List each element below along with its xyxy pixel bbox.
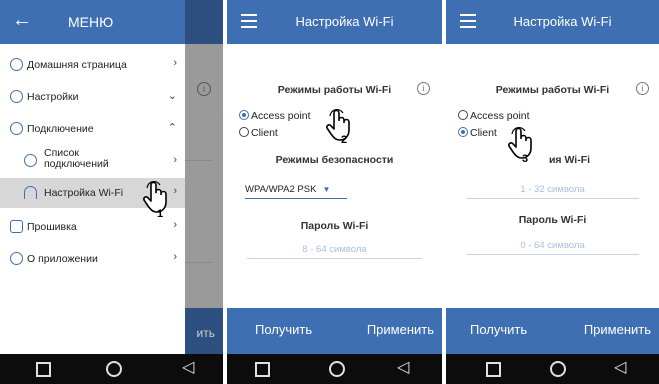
radio-access-point[interactable]: Access point: [458, 110, 530, 122]
app-bar: Настройка Wi-Fi: [227, 0, 442, 44]
back-triangle-icon[interactable]: ◁: [614, 359, 632, 377]
wifi-icon: [24, 186, 37, 199]
password-input[interactable]: 0 - 64 символа: [466, 240, 639, 255]
dimmed-divider: [183, 160, 213, 161]
select-value: WPA/WPA2 PSK: [245, 184, 317, 195]
info-icon[interactable]: i: [417, 82, 430, 95]
info-icon: [10, 252, 23, 265]
ssid-input[interactable]: 1 - 32 символа: [466, 184, 639, 199]
settings-icon: [10, 90, 23, 103]
home-nav-icon[interactable]: [329, 361, 345, 377]
modes-title: Режимы работы Wi-Fi: [277, 84, 392, 96]
action-bar: Получить Применить: [446, 308, 659, 354]
radio-selected-icon: [458, 127, 468, 137]
home-icon: [10, 58, 23, 71]
chevron-right-icon: ›: [173, 219, 177, 231]
radio-client[interactable]: Client: [458, 127, 497, 139]
menu-item-label: Список подключений: [44, 147, 109, 170]
connection-icon: [10, 122, 23, 135]
navigation-drawer: ← МЕНЮ Домашняя страница › Настройки ⌄ П…: [0, 0, 185, 354]
dimmed-info-icon: i: [197, 82, 211, 96]
radio-label: Access point: [470, 110, 530, 122]
panel-menu: i ить ← МЕНЮ Домашняя страница › Настрой…: [0, 0, 223, 384]
dimmed-divider: [183, 262, 213, 263]
drawer-header: ← МЕНЮ: [0, 0, 185, 44]
menu-item-label: Домашняя страница: [27, 59, 127, 71]
chevron-right-icon: ›: [173, 185, 177, 197]
info-icon[interactable]: i: [636, 82, 649, 95]
password-input[interactable]: 8 - 64 символа: [247, 244, 422, 259]
menu-item-settings[interactable]: Настройки ⌄: [0, 82, 185, 112]
chevron-right-icon: ›: [173, 154, 177, 166]
home-nav-icon[interactable]: [550, 361, 566, 377]
password-title: Пароль Wi-Fi: [518, 214, 587, 226]
firmware-icon: [10, 220, 23, 233]
home-nav-icon[interactable]: [106, 361, 122, 377]
menu-item-about[interactable]: О приложении ›: [0, 244, 185, 274]
get-button[interactable]: Получить: [470, 322, 527, 337]
menu-item-connection-list[interactable]: Список подключений ›: [0, 144, 185, 178]
radio-unselected-icon: [239, 127, 249, 137]
action-bar: Получить Применить: [227, 308, 442, 354]
chevron-up-icon: ⌃: [167, 122, 177, 134]
back-arrow-icon[interactable]: ←: [12, 10, 32, 30]
radio-label: Client: [251, 127, 278, 139]
get-button[interactable]: Получить: [255, 322, 312, 337]
radio-label: Client: [470, 127, 497, 139]
security-title: Режимы безопасности: [275, 154, 394, 166]
back-triangle-icon[interactable]: ◁: [182, 359, 200, 377]
radio-unselected-icon: [458, 110, 468, 120]
menu-item-connection[interactable]: Подключение ⌃: [0, 114, 185, 144]
app-bar: Настройка Wi-Fi: [446, 0, 659, 44]
menu-item-label: Прошивка: [27, 221, 77, 233]
back-triangle-icon[interactable]: ◁: [397, 359, 415, 377]
menu-item-label: Настройки: [27, 91, 79, 103]
android-nav-bar: ◁: [0, 354, 223, 384]
step-number: 3: [522, 153, 529, 165]
recents-icon[interactable]: [36, 362, 51, 377]
chevron-down-icon: ⌄: [167, 90, 177, 102]
android-nav-bar: ◁: [227, 354, 442, 384]
tap-hand-icon: [508, 126, 532, 159]
caret-down-icon: ▼: [322, 185, 331, 194]
radio-label: Access point: [251, 110, 311, 122]
password-title: Пароль Wi-Fi: [300, 220, 369, 232]
page-title: Настройка Wi-Fi: [295, 14, 394, 29]
panel-client: Настройка Wi-Fi Режимы работы Wi-Fi i Ac…: [446, 0, 659, 384]
apply-button[interactable]: Применить: [584, 322, 651, 337]
security-select[interactable]: WPA/WPA2 PSK ▼: [245, 184, 347, 199]
menu-item-label: Настройка Wi-Fi: [44, 187, 124, 199]
tap-hand-icon: [143, 180, 167, 213]
menu-item-label: О приложении: [27, 253, 98, 265]
android-nav-bar: ◁: [446, 354, 659, 384]
apply-button[interactable]: Применить: [367, 322, 434, 337]
chevron-right-icon: ›: [173, 251, 177, 263]
menu-item-label: Подключение: [27, 123, 94, 135]
radio-access-point[interactable]: Access point: [239, 110, 311, 122]
list-icon: [24, 154, 37, 167]
recents-icon[interactable]: [486, 362, 501, 377]
step-number: 2: [341, 134, 348, 146]
drawer-title: МЕНЮ: [68, 14, 114, 30]
modes-title: Режимы работы Wi-Fi: [495, 84, 610, 96]
page-title: Настройка Wi-Fi: [513, 14, 612, 29]
radio-client[interactable]: Client: [239, 127, 278, 139]
radio-selected-icon: [239, 110, 249, 120]
step-number: 1: [157, 208, 164, 220]
ssid-title: ия Wi-Fi: [548, 154, 591, 166]
tap-hand-icon: [326, 108, 350, 141]
dimmed-apply-text: ить: [196, 326, 215, 340]
panel-access-point: Настройка Wi-Fi Режимы работы Wi-Fi i Ac…: [227, 0, 442, 384]
recents-icon[interactable]: [255, 362, 270, 377]
menu-item-home[interactable]: Домашняя страница ›: [0, 50, 185, 80]
chevron-right-icon: ›: [173, 57, 177, 69]
